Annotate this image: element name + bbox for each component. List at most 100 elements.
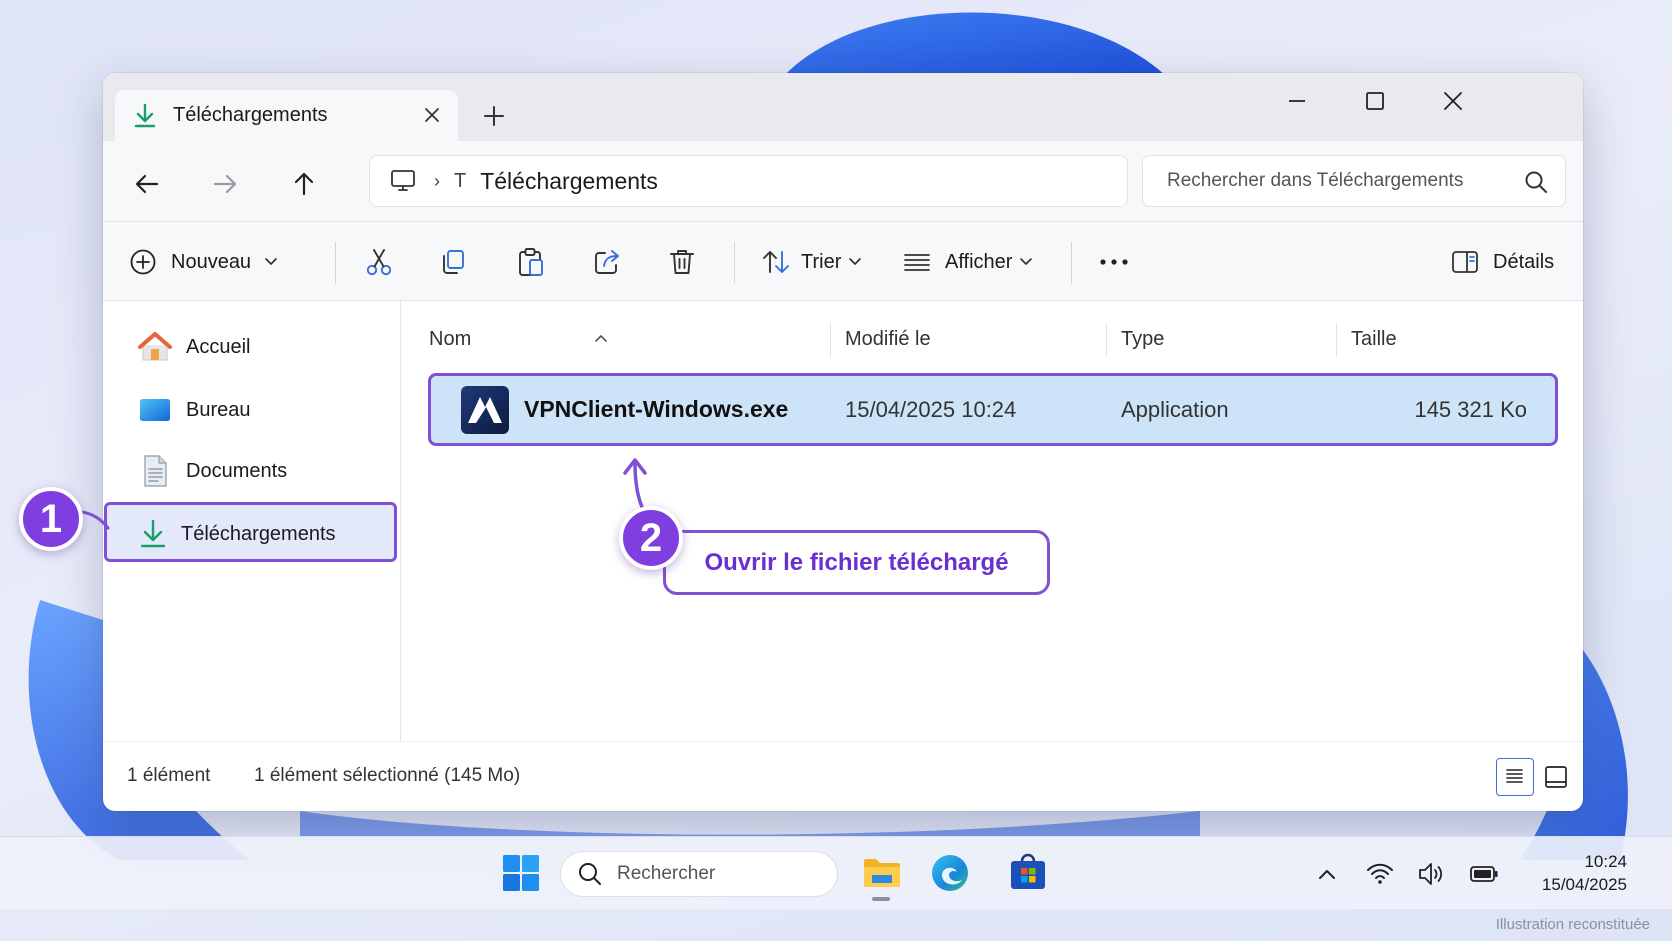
- column-header-label: Modifié le: [845, 327, 931, 350]
- sort-button[interactable]: Trier: [761, 222, 869, 302]
- sidebar-item-home[interactable]: Accueil: [103, 322, 401, 372]
- home-icon: [138, 332, 172, 361]
- step-2-badge: 2: [619, 506, 683, 570]
- new-button[interactable]: Nouveau: [129, 222, 285, 302]
- column-header-modified[interactable]: Modifié le: [845, 301, 1095, 377]
- chevron-down-icon: [265, 258, 277, 265]
- edge-browser-icon[interactable]: [930, 853, 970, 893]
- windows-start-icon[interactable]: [501, 853, 541, 893]
- toolbar-divider: [1071, 242, 1072, 284]
- address-bar[interactable]: › T Téléchargements: [369, 155, 1128, 207]
- maximize-icon[interactable]: [1348, 84, 1402, 118]
- toolbar-divider: [335, 242, 336, 284]
- taskbar-search-label: Rechercher: [617, 863, 716, 884]
- copy-icon: [443, 250, 464, 274]
- breadcrumb-separator: ›: [434, 170, 440, 191]
- up-arrow-icon[interactable]: [286, 166, 322, 202]
- tab-downloads[interactable]: Téléchargements: [115, 90, 458, 141]
- more-options-button[interactable]: [1099, 222, 1129, 302]
- more-dots-icon: [1100, 259, 1128, 265]
- column-header-label: Type: [1121, 327, 1165, 350]
- close-tab-icon[interactable]: [420, 103, 444, 127]
- list-view-icon: [904, 254, 930, 271]
- taskbar-search[interactable]: Rechercher: [560, 851, 838, 897]
- file-type: Application: [1121, 396, 1229, 422]
- scissors-icon: [366, 249, 392, 276]
- details-button[interactable]: Détails: [1451, 222, 1554, 302]
- battery-icon[interactable]: [1469, 859, 1499, 889]
- file-modified: 15/04/2025 10:24: [845, 396, 1017, 422]
- sidebar-item-desktop[interactable]: Bureau: [103, 385, 401, 435]
- file-list: Nom Modifié le Type Taille VPNClient-Win…: [402, 301, 1583, 741]
- volume-icon[interactable]: [1417, 859, 1447, 889]
- status-bar: 1 élément 1 élément sélectionné (145 Mo): [103, 741, 1583, 811]
- paste-button[interactable]: [517, 222, 545, 302]
- share-icon: [595, 250, 619, 274]
- column-header-size[interactable]: Taille: [1351, 301, 1551, 377]
- copy-button[interactable]: [439, 222, 467, 302]
- search-icon: [579, 863, 601, 885]
- close-window-icon[interactable]: [1426, 84, 1480, 118]
- chevron-down-icon: [849, 258, 862, 265]
- selection-info: 1 élément sélectionné (145 Mo): [254, 765, 521, 786]
- tiles-view-icon: [1545, 766, 1567, 788]
- share-button[interactable]: [593, 222, 621, 302]
- search-input[interactable]: [1167, 170, 1507, 192]
- trash-icon: [670, 250, 694, 274]
- file-explorer-window: Téléchargements › T Téléchargements Rech…: [103, 73, 1583, 811]
- tiles-view-button[interactable]: [1537, 758, 1575, 796]
- sort-ascending-icon: [595, 335, 607, 342]
- annotation-connector: [80, 510, 110, 530]
- chevron-up-icon[interactable]: [1312, 859, 1342, 889]
- sort-button-label: Trier: [801, 250, 842, 273]
- column-divider: [1336, 323, 1337, 357]
- delete-button[interactable]: [669, 222, 695, 302]
- plus-circle-icon: [130, 249, 156, 275]
- minimize-icon[interactable]: [1270, 84, 1324, 118]
- details-pane-icon: [1452, 251, 1478, 273]
- clock-date: 15/04/2025: [1541, 875, 1627, 894]
- view-button[interactable]: Afficher: [903, 222, 1040, 302]
- vpn-app-icon: [461, 386, 509, 434]
- search-icon[interactable]: [1523, 169, 1549, 195]
- system-clock[interactable]: 10:24 15/04/2025: [1542, 850, 1627, 896]
- chevron-down-icon: [1020, 258, 1033, 265]
- breadcrumb-current[interactable]: Téléchargements: [480, 168, 658, 195]
- step-1-badge: 1: [19, 487, 83, 551]
- taskbar: Rechercher 10:24 15/04/2025: [0, 836, 1672, 909]
- this-pc-icon: [391, 170, 415, 191]
- sidebar-item-label: Documents: [186, 459, 288, 482]
- cut-button[interactable]: [365, 222, 393, 302]
- microsoft-store-icon[interactable]: [1008, 852, 1048, 892]
- back-arrow-icon[interactable]: [129, 166, 165, 202]
- clock-time: 10:24: [1584, 852, 1627, 871]
- toolbar-divider: [734, 242, 735, 284]
- details-view-icon: [1506, 769, 1523, 783]
- forward-arrow-icon[interactable]: [207, 166, 243, 202]
- file-name: VPNClient-Windows.exe: [524, 396, 789, 422]
- column-divider: [1106, 323, 1107, 357]
- details-button-label: Détails: [1493, 250, 1555, 273]
- breadcrumb-t: T: [454, 169, 467, 192]
- command-bar: Nouveau Trier Afficher Détails: [103, 221, 1583, 301]
- download-icon: [134, 103, 156, 127]
- table-row[interactable]: VPNClient-Windows.exe 15/04/2025 10:24 A…: [428, 373, 1558, 446]
- column-header-label: Nom: [429, 327, 472, 350]
- item-count: 1 élément: [127, 765, 211, 786]
- search-box: [1142, 155, 1566, 207]
- paste-icon: [519, 248, 543, 276]
- details-view-button[interactable]: [1496, 758, 1534, 796]
- sidebar-item-documents[interactable]: Documents: [103, 446, 401, 496]
- tab-title: Téléchargements: [173, 104, 328, 126]
- column-header-type[interactable]: Type: [1121, 301, 1321, 377]
- documents-icon: [144, 455, 167, 487]
- column-header-name[interactable]: Nom: [429, 301, 819, 377]
- new-button-label: Nouveau: [171, 250, 252, 273]
- file-explorer-icon[interactable]: [862, 853, 902, 893]
- active-app-indicator: [872, 897, 890, 901]
- sidebar-item-label: Accueil: [186, 335, 251, 358]
- watermark-caption: Illustration reconstituée: [1495, 916, 1650, 933]
- sidebar-item-downloads[interactable]: Téléchargements: [104, 502, 397, 562]
- new-tab-icon[interactable]: [479, 101, 509, 131]
- wifi-icon[interactable]: [1365, 859, 1395, 889]
